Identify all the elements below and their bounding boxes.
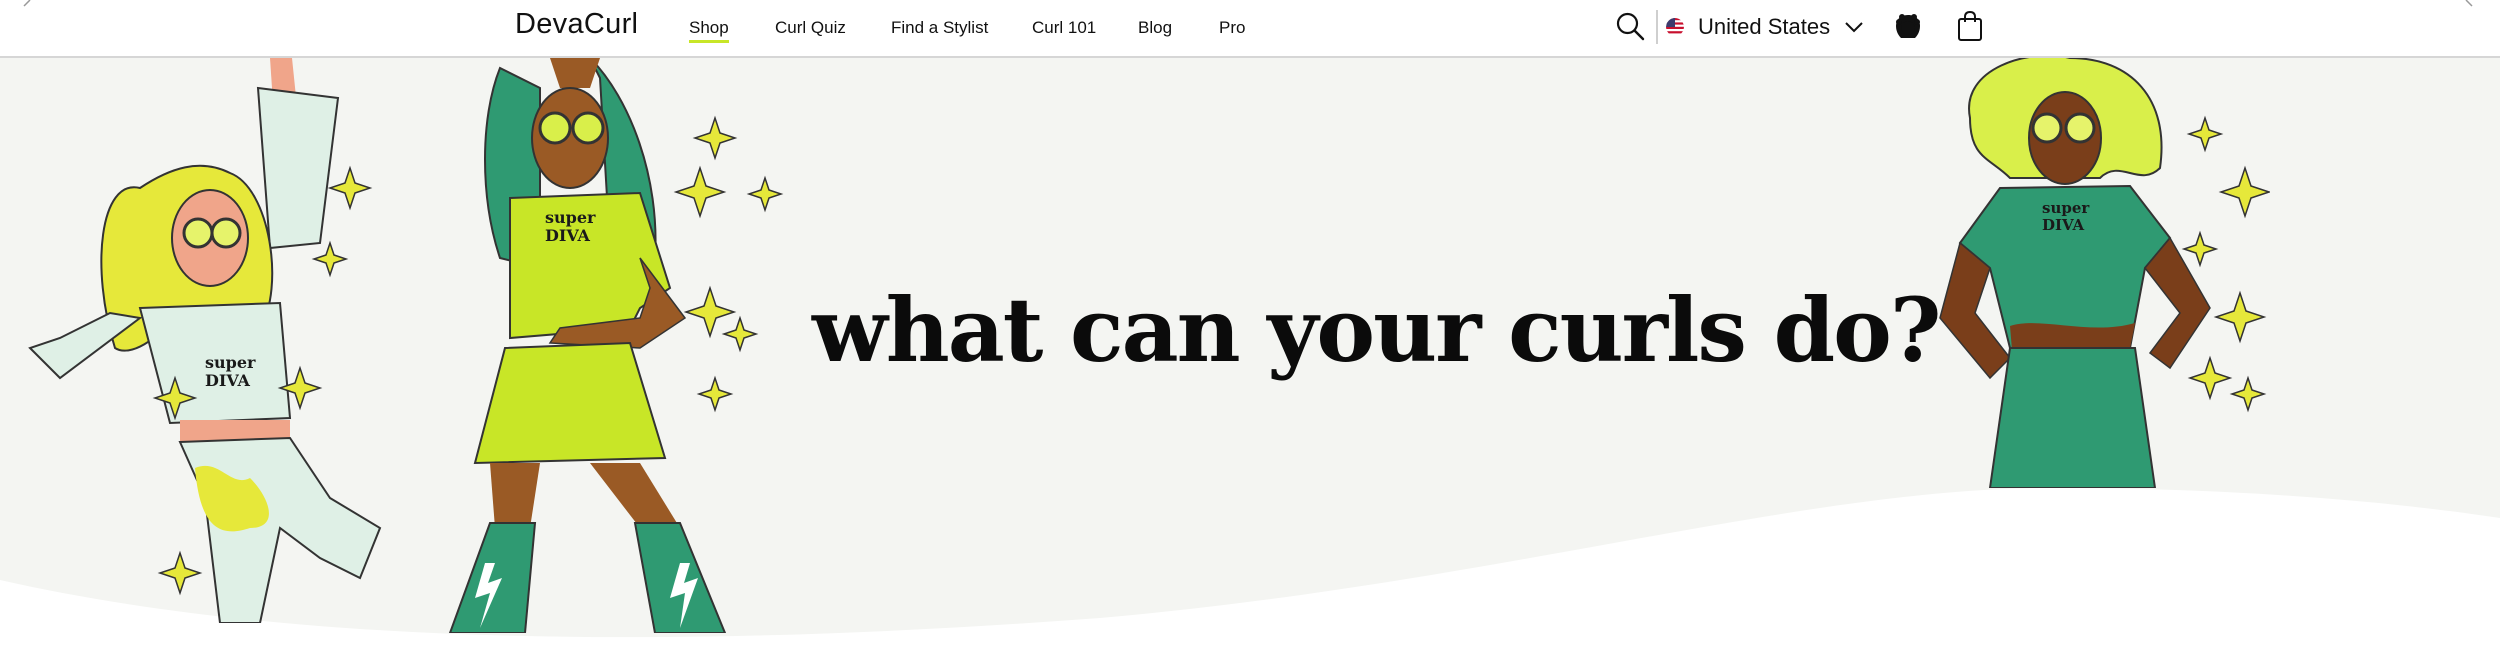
svg-text:DIVA: DIVA [2042, 216, 2084, 234]
right-dancer-illustration: super DIVA [1939, 58, 2270, 488]
search-icon[interactable] [1615, 11, 1645, 41]
hero-banner: what can your curls do? super DIVA super… [0, 58, 2500, 662]
nav-item-curl-101[interactable]: Curl 101 [1032, 18, 1096, 38]
nav-item-blog[interactable]: Blog [1138, 18, 1172, 38]
nav-item-curl-quiz[interactable]: Curl Quiz [775, 18, 846, 38]
svg-text:super: super [2042, 199, 2090, 217]
nav-item-find-a-stylist[interactable]: Find a Stylist [891, 18, 988, 38]
svg-text:super: super [545, 208, 596, 227]
scroll-right-icon[interactable] [2460, 0, 2480, 8]
region-selector[interactable]: United States [1666, 12, 1864, 42]
us-flag-icon [1666, 18, 1684, 36]
chevron-down-icon [1845, 22, 1863, 33]
hero-headline: what can your curls do? [812, 278, 1941, 382]
brand-logo[interactable]: DevaCurl [515, 8, 638, 41]
shopping-bag-icon[interactable] [1956, 10, 1984, 42]
region-label: United States [1698, 14, 1831, 39]
nav-item-shop[interactable]: Shop [689, 18, 729, 43]
account-icon[interactable] [1893, 12, 1923, 42]
site-header: DevaCurl Shop Curl Quiz Find a Stylist C… [0, 0, 2500, 58]
svg-text:super: super [205, 353, 256, 372]
center-dancer-illustration: super DIVA [448, 58, 784, 633]
svg-text:DIVA: DIVA [205, 371, 251, 390]
scroll-left-icon[interactable] [20, 0, 40, 8]
nav-item-pro[interactable]: Pro [1219, 18, 1245, 38]
left-dancer-illustration: super DIVA [28, 58, 382, 623]
header-divider [1656, 10, 1658, 44]
svg-text:DIVA: DIVA [545, 226, 591, 245]
